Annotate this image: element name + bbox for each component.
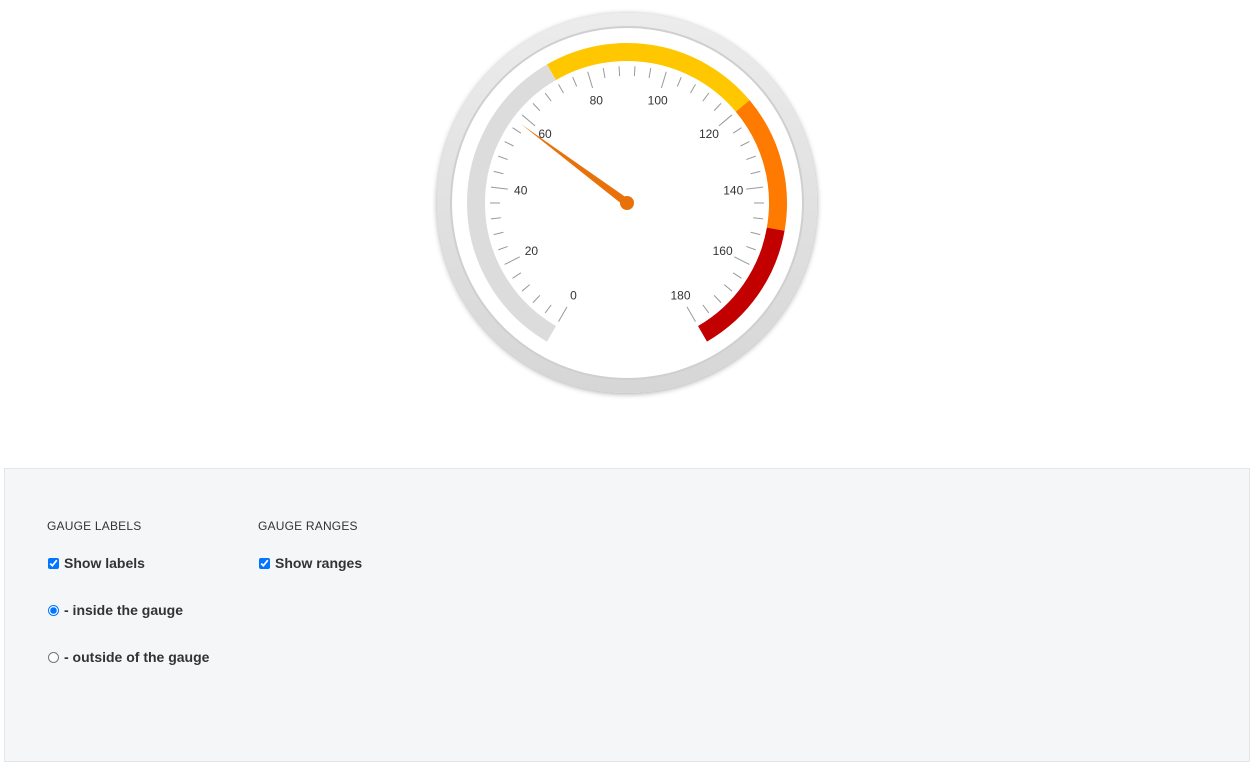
gauge-chart: 020406080 100120140160180 [437,13,817,393]
labels-outside-radio[interactable] [48,651,59,663]
needle-cap [620,196,634,210]
minor-tick [618,66,621,77]
gauge-ranges-section: GAUGE RANGES Show ranges [258,519,362,600]
labels-inside-option[interactable]: - inside the gauge [47,600,209,620]
minor-tick [633,66,636,77]
radial-gauge: 0 20 40 60 80 100 120 140 160 180 [0,0,1256,460]
tick-label: 0 [570,289,577,303]
tick-label: 100 [648,94,668,108]
labels-outside-label: - outside of the gauge [64,649,210,665]
labels-inside-radio[interactable] [48,604,59,616]
show-labels-option[interactable]: Show labels [47,553,209,573]
gauge-labels-heading: GAUGE LABELS [47,519,142,533]
tick-label: 80 [590,94,604,108]
tick-label: 140 [723,184,743,198]
tick-label: 120 [699,127,719,141]
show-ranges-label: Show ranges [275,555,363,571]
labels-inside-label: - inside the gauge [64,602,184,618]
tick-label: 20 [525,244,539,258]
configurator-panel: GAUGE LABELS Show labels - inside the ga… [4,468,1250,762]
tick-label: 180 [670,289,690,303]
tick-label: 40 [514,184,528,198]
labels-outside-option[interactable]: - outside of the gauge [47,647,209,667]
tick-label: 160 [713,244,733,258]
show-labels-label: Show labels [64,555,145,571]
show-ranges-checkbox[interactable] [259,557,270,569]
gauge-ranges-heading: GAUGE RANGES [258,519,358,533]
show-ranges-option[interactable]: Show ranges [258,553,362,573]
show-labels-checkbox[interactable] [48,557,59,569]
gauge-labels-section: GAUGE LABELS Show labels - inside the ga… [47,519,209,694]
